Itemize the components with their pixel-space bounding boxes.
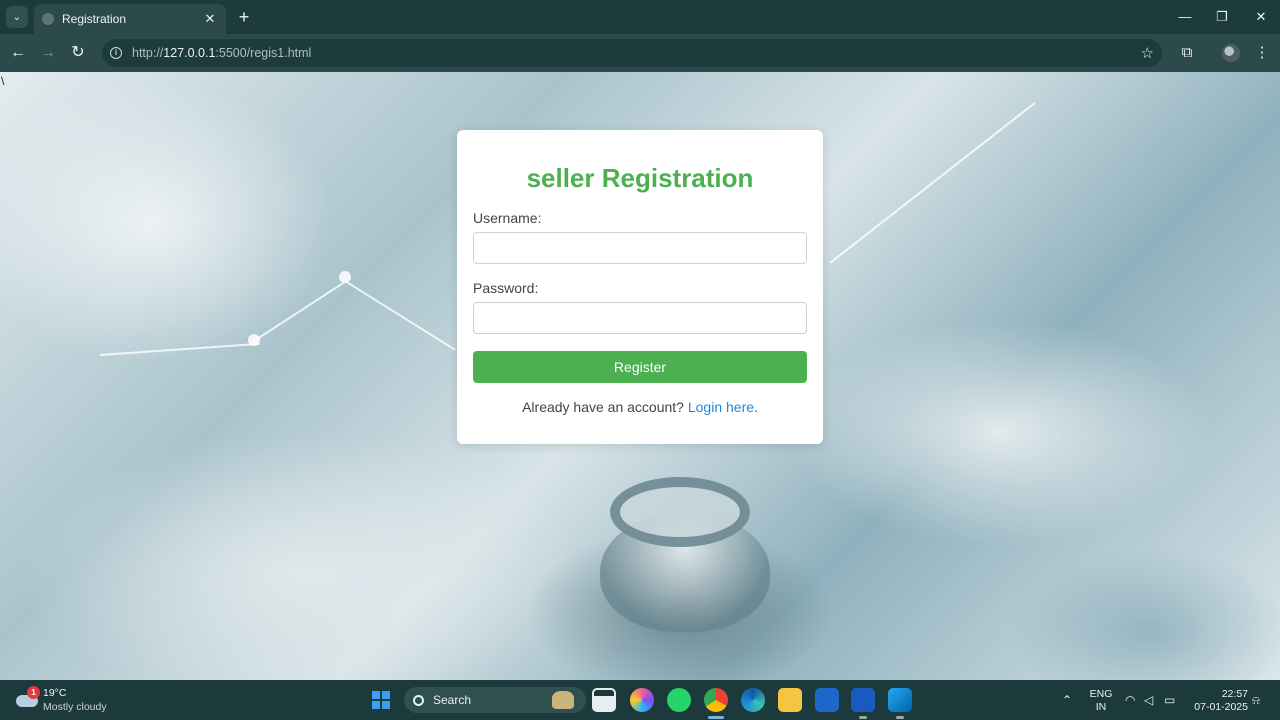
background-graph-dot: [248, 334, 260, 346]
windows-taskbar: 1 19°C Mostly cloudy Search ⌃ ENG IN ◠ ◁…: [0, 680, 1280, 720]
stray-text: \: [1, 74, 5, 88]
browser-toolbar: ← → ↻ i http://127.0.0.1:5500/regis1.htm…: [0, 34, 1280, 72]
chevron-down-icon: ⌄: [12, 11, 22, 23]
register-button[interactable]: Register: [473, 351, 807, 383]
background-stethoscope-ring: [610, 477, 750, 547]
search-icon: [413, 694, 424, 706]
chrome-icon[interactable]: [704, 688, 728, 712]
task-view-icon[interactable]: [592, 688, 616, 712]
copilot-icon[interactable]: [630, 688, 654, 712]
search-highlight-icon: [552, 691, 574, 709]
minimize-button[interactable]: —: [1172, 6, 1198, 28]
wifi-icon[interactable]: ◠: [1125, 693, 1135, 707]
background-graph-dot: [339, 271, 351, 283]
language-indicator-line1[interactable]: ENG: [1088, 688, 1114, 700]
close-icon[interactable]: ✕: [202, 11, 218, 27]
registration-card: seller Registration Username: Password: …: [457, 130, 823, 444]
browser-tab-bar: ⌄ Registration ✕ + — ❐ ✕: [0, 0, 1280, 34]
notification-badge: 1: [27, 686, 40, 699]
close-window-button[interactable]: ✕: [1248, 6, 1274, 28]
whatsapp-icon[interactable]: [667, 688, 691, 712]
clock-time[interactable]: 22:57: [1186, 688, 1248, 700]
tab-title: Registration: [62, 12, 127, 26]
background-graph-line: [99, 342, 260, 356]
battery-icon[interactable]: ▭: [1164, 693, 1175, 707]
vscode-icon[interactable]: [888, 688, 912, 712]
background-graph-line: [344, 280, 456, 351]
taskbar-search[interactable]: Search: [404, 687, 586, 713]
notification-bell-icon[interactable]: ⍾: [1252, 693, 1260, 708]
file-explorer-icon[interactable]: [778, 688, 802, 712]
forward-button[interactable]: →: [37, 42, 59, 64]
profile-avatar[interactable]: [1222, 44, 1240, 62]
edge-icon[interactable]: [741, 688, 765, 712]
password-label: Password:: [473, 280, 539, 296]
search-placeholder: Search: [433, 693, 472, 707]
login-prompt-text: Already have an account?: [522, 399, 688, 415]
login-prompt: Already have an account? Login here.: [457, 399, 823, 415]
maximize-button[interactable]: ❐: [1209, 6, 1235, 28]
password-input[interactable]: [473, 302, 807, 334]
microsoft-store-icon[interactable]: [815, 688, 839, 712]
tab-search-button[interactable]: ⌄: [6, 6, 28, 28]
weather-temperature: 19°C: [43, 687, 67, 699]
language-indicator-line2[interactable]: IN: [1088, 701, 1114, 713]
login-link[interactable]: Login here: [688, 399, 754, 415]
windows-start-icon[interactable]: [372, 691, 390, 709]
background-graph-line: [253, 280, 347, 342]
word-icon[interactable]: [851, 688, 875, 712]
tab-registration[interactable]: Registration ✕: [34, 4, 226, 34]
new-tab-button[interactable]: +: [234, 7, 254, 27]
volume-icon[interactable]: ◁: [1144, 693, 1153, 707]
globe-icon: [42, 13, 54, 25]
open-app-indicator: [896, 716, 904, 719]
login-prompt-suffix: .: [754, 399, 758, 415]
weather-widget[interactable]: 1: [16, 686, 40, 707]
extensions-icon[interactable]: ⧉: [1176, 42, 1198, 64]
username-input[interactable]: [473, 232, 807, 264]
bookmark-star-icon[interactable]: ☆: [1141, 44, 1154, 62]
active-app-indicator: [708, 716, 724, 719]
background-graph-line: [829, 102, 1036, 264]
weather-description: Mostly cloudy: [43, 701, 107, 713]
back-button[interactable]: ←: [7, 42, 29, 64]
page-viewport: \ seller Registration Username: Password…: [0, 72, 1280, 680]
address-bar[interactable]: i http://127.0.0.1:5500/regis1.html ☆: [102, 39, 1162, 67]
more-menu-icon[interactable]: ⋮: [1251, 42, 1273, 64]
open-app-indicator: [859, 716, 867, 719]
username-label: Username:: [473, 210, 542, 226]
url-text: http://127.0.0.1:5500/regis1.html: [132, 46, 312, 60]
show-hidden-icons-chevron[interactable]: ⌃: [1062, 693, 1072, 707]
reload-button[interactable]: ↻: [67, 42, 89, 64]
info-icon[interactable]: i: [110, 47, 122, 59]
page-title: seller Registration: [526, 163, 754, 193]
clock-date[interactable]: 07-01-2025: [1186, 701, 1248, 713]
